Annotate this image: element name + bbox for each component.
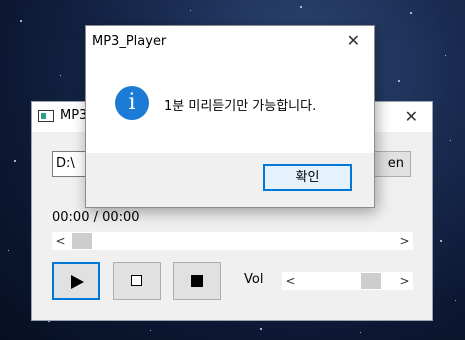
dialog-close-button[interactable]: ✕: [347, 31, 360, 50]
dialog-title: MP3_Player: [92, 34, 167, 49]
volume-scrollbar[interactable]: < >: [282, 272, 413, 290]
seek-right-arrow-icon[interactable]: >: [396, 232, 413, 250]
stop-icon: [191, 275, 203, 287]
volume-right-arrow-icon[interactable]: >: [396, 272, 413, 290]
dialog-message: 1분 미리듣기만 가능합니다.: [164, 99, 317, 114]
info-icon: i: [115, 86, 149, 120]
seek-thumb[interactable]: [72, 233, 92, 249]
main-close-button[interactable]: ✕: [405, 107, 418, 126]
message-dialog: MP3_Player ✕ i 1분 미리듣기만 가능합니다. 확인: [85, 25, 375, 208]
dialog-footer: 확인: [86, 153, 374, 207]
main-window-title: MP3: [60, 108, 88, 123]
stop-button[interactable]: [173, 262, 221, 300]
pause-icon: [131, 275, 142, 286]
app-icon: [38, 110, 54, 122]
ok-button[interactable]: 확인: [263, 164, 352, 191]
play-button[interactable]: [52, 262, 100, 300]
play-icon: [71, 275, 84, 289]
time-display: 00:00 / 00:00: [52, 210, 140, 225]
seek-scrollbar[interactable]: < >: [52, 232, 413, 250]
volume-thumb[interactable]: [361, 273, 381, 289]
volume-label: Vol: [244, 272, 264, 287]
pause-button[interactable]: [113, 262, 161, 300]
seek-left-arrow-icon[interactable]: <: [52, 232, 69, 250]
volume-left-arrow-icon[interactable]: <: [282, 272, 299, 290]
